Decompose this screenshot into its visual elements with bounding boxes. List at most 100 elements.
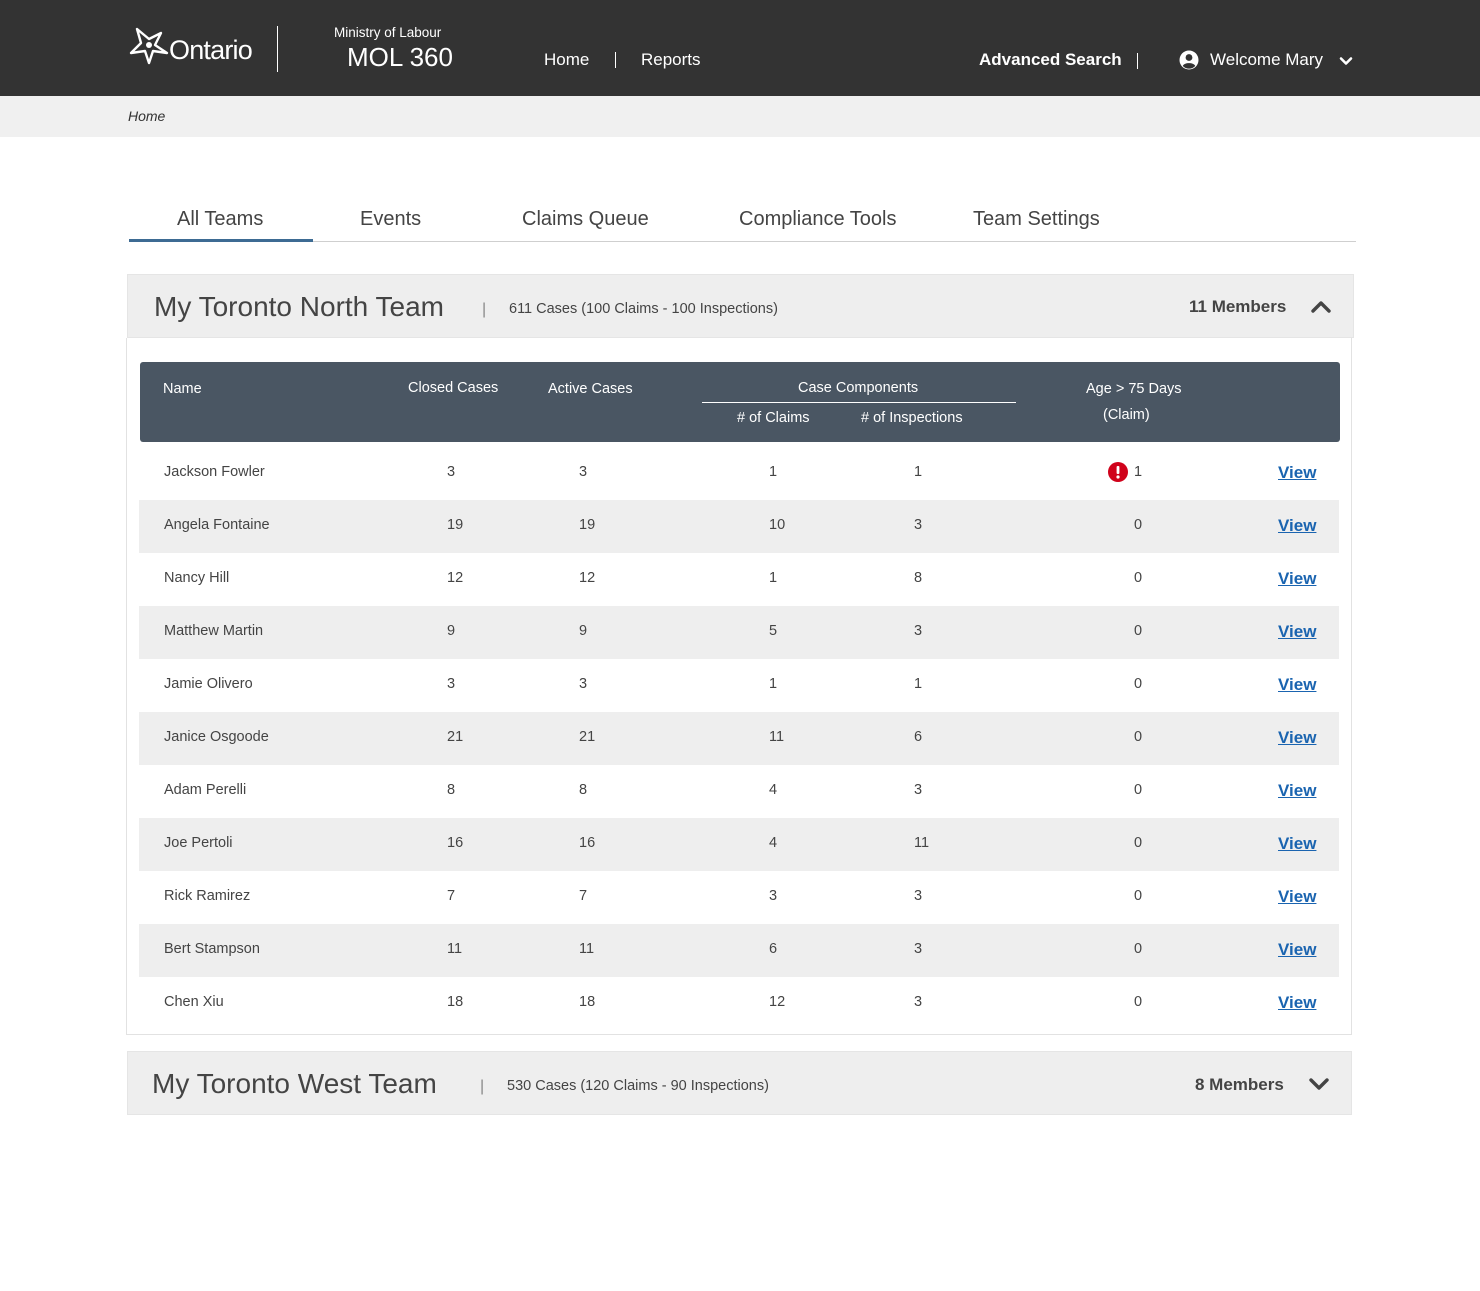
team-panel-header[interactable]: My Toronto North Team | 611 Cases (100 C… (127, 274, 1354, 338)
cell-closed-cases: 16 (447, 835, 464, 851)
cell-claims: 4 (769, 835, 778, 851)
column-header-name[interactable]: Name (163, 381, 202, 397)
view-link[interactable]: View (1278, 675, 1316, 695)
cell-active-cases: 9 (579, 623, 588, 639)
cell-age: 0 (1134, 517, 1143, 533)
team-divider: | (482, 301, 487, 318)
chevron-up-icon[interactable] (1311, 300, 1331, 314)
tab-claims-queue[interactable]: Claims Queue (522, 208, 649, 231)
cell-age: 0 (1134, 729, 1143, 745)
header-divider (702, 402, 1016, 403)
view-link[interactable]: View (1278, 993, 1316, 1013)
tab-events[interactable]: Events (360, 208, 421, 231)
team-member-count: 8 Members (1195, 1075, 1284, 1094)
nav-divider (1137, 53, 1138, 69)
user-avatar-icon[interactable] (1179, 50, 1199, 70)
view-link[interactable]: View (1278, 940, 1316, 960)
nav-home-link[interactable]: Home (544, 50, 589, 70)
column-header-case-components: Case Components (798, 380, 919, 396)
cell-name: Bert Stampson (164, 941, 260, 957)
cell-closed-cases: 3 (447, 676, 456, 692)
table-row: Rick Ramirez 7 7 3 3 0 View (139, 871, 1339, 924)
tab-compliance-tools[interactable]: Compliance Tools (739, 208, 897, 231)
cell-active-cases: 3 (579, 464, 588, 480)
table-row: Bert Stampson 11 11 6 3 0 View (139, 924, 1339, 977)
cell-name: Angela Fontaine (164, 517, 270, 533)
cell-name: Rick Ramirez (164, 888, 251, 904)
breadcrumb-bar: Home (0, 96, 1480, 137)
cell-closed-cases: 18 (447, 994, 464, 1010)
cell-closed-cases: 3 (447, 464, 456, 480)
trillium-icon (129, 27, 169, 65)
cell-active-cases: 12 (579, 570, 596, 586)
cell-active-cases: 21 (579, 729, 596, 745)
cell-claims: 1 (769, 464, 778, 480)
cell-age: 0 (1134, 888, 1143, 904)
cell-age: 0 (1134, 782, 1143, 798)
cell-inspections: 3 (914, 994, 923, 1010)
chevron-down-icon[interactable] (1309, 1077, 1329, 1091)
team-case-summary: 530 Cases (120 Claims - 90 Inspections) (507, 1078, 769, 1094)
cell-inspections: 11 (914, 835, 930, 851)
cell-closed-cases: 11 (447, 941, 463, 957)
table-row: Jamie Olivero 3 3 1 1 0 View (139, 659, 1339, 712)
alert-icon (1108, 462, 1128, 482)
cell-age: 1 (1134, 464, 1143, 480)
cell-inspections: 6 (914, 729, 923, 745)
table-row: Matthew Martin 9 9 5 3 0 View (139, 606, 1339, 659)
cell-inspections: 3 (914, 941, 923, 957)
team-case-summary: 611 Cases (100 Claims - 100 Inspections) (509, 301, 778, 317)
cell-closed-cases: 8 (447, 782, 456, 798)
table-row: Jackson Fowler 3 3 1 1 1 View (139, 447, 1339, 500)
breadcrumb[interactable]: Home (128, 108, 165, 124)
cell-age: 0 (1134, 676, 1143, 692)
table-row: Adam Perelli 8 8 4 3 0 View (139, 765, 1339, 818)
cell-claims: 6 (769, 941, 778, 957)
cell-name: Nancy Hill (164, 570, 230, 586)
cell-age: 0 (1134, 941, 1143, 957)
view-link[interactable]: View (1278, 887, 1316, 907)
view-link[interactable]: View (1278, 728, 1316, 748)
view-link[interactable]: View (1278, 834, 1316, 854)
ontario-logo[interactable]: Ontario (127, 24, 253, 68)
cell-claims: 5 (769, 623, 778, 639)
view-link[interactable]: View (1278, 781, 1316, 801)
cell-closed-cases: 12 (447, 570, 464, 586)
column-header-inspections[interactable]: # of Inspections (861, 410, 963, 426)
column-header-age[interactable]: Age > 75 Days (1086, 381, 1182, 397)
view-link[interactable]: View (1278, 569, 1316, 589)
column-header-claims[interactable]: # of Claims (737, 410, 810, 426)
team-member-count: 11 Members (1189, 297, 1287, 316)
top-header: Ontario Ministry of Labour MOL 360 Home … (0, 0, 1480, 96)
view-link[interactable]: View (1278, 516, 1316, 536)
tab-all-teams[interactable]: All Teams (177, 208, 263, 231)
table-row: Joe Pertoli 16 16 4 11 0 View (139, 818, 1339, 871)
cell-claims: 10 (769, 517, 786, 533)
column-header-closed-cases[interactable]: Closed Cases (408, 380, 498, 396)
team-panel-header[interactable]: My Toronto West Team | 530 Cases (120 Cl… (127, 1051, 1352, 1115)
cell-name: Janice Osgoode (164, 729, 269, 745)
cell-claims: 1 (769, 676, 778, 692)
cell-claims: 3 (769, 888, 778, 904)
cell-age: 0 (1134, 835, 1143, 851)
chevron-down-icon[interactable] (1338, 54, 1354, 68)
cell-active-cases: 16 (579, 835, 596, 851)
nav-reports-link[interactable]: Reports (641, 50, 701, 70)
column-header-age-sub: (Claim) (1103, 407, 1150, 423)
tab-team-settings[interactable]: Team Settings (973, 208, 1100, 231)
ministry-label: Ministry of Labour (334, 25, 442, 40)
cell-closed-cases: 21 (447, 729, 464, 745)
user-menu[interactable]: Welcome Mary (1210, 50, 1323, 70)
table-row: Chen Xiu 18 18 12 3 0 View (139, 977, 1339, 1030)
view-link[interactable]: View (1278, 622, 1316, 642)
cell-age: 0 (1134, 994, 1143, 1010)
app-name: MOL 360 (347, 42, 453, 72)
advanced-search-link[interactable]: Advanced Search (979, 50, 1122, 70)
cell-active-cases: 19 (579, 517, 596, 533)
cell-closed-cases: 9 (447, 623, 456, 639)
column-header-active-cases[interactable]: Active Cases (548, 381, 633, 397)
cell-inspections: 3 (914, 517, 923, 533)
cell-name: Adam Perelli (164, 782, 247, 798)
cell-age: 0 (1134, 570, 1143, 586)
view-link[interactable]: View (1278, 463, 1316, 483)
